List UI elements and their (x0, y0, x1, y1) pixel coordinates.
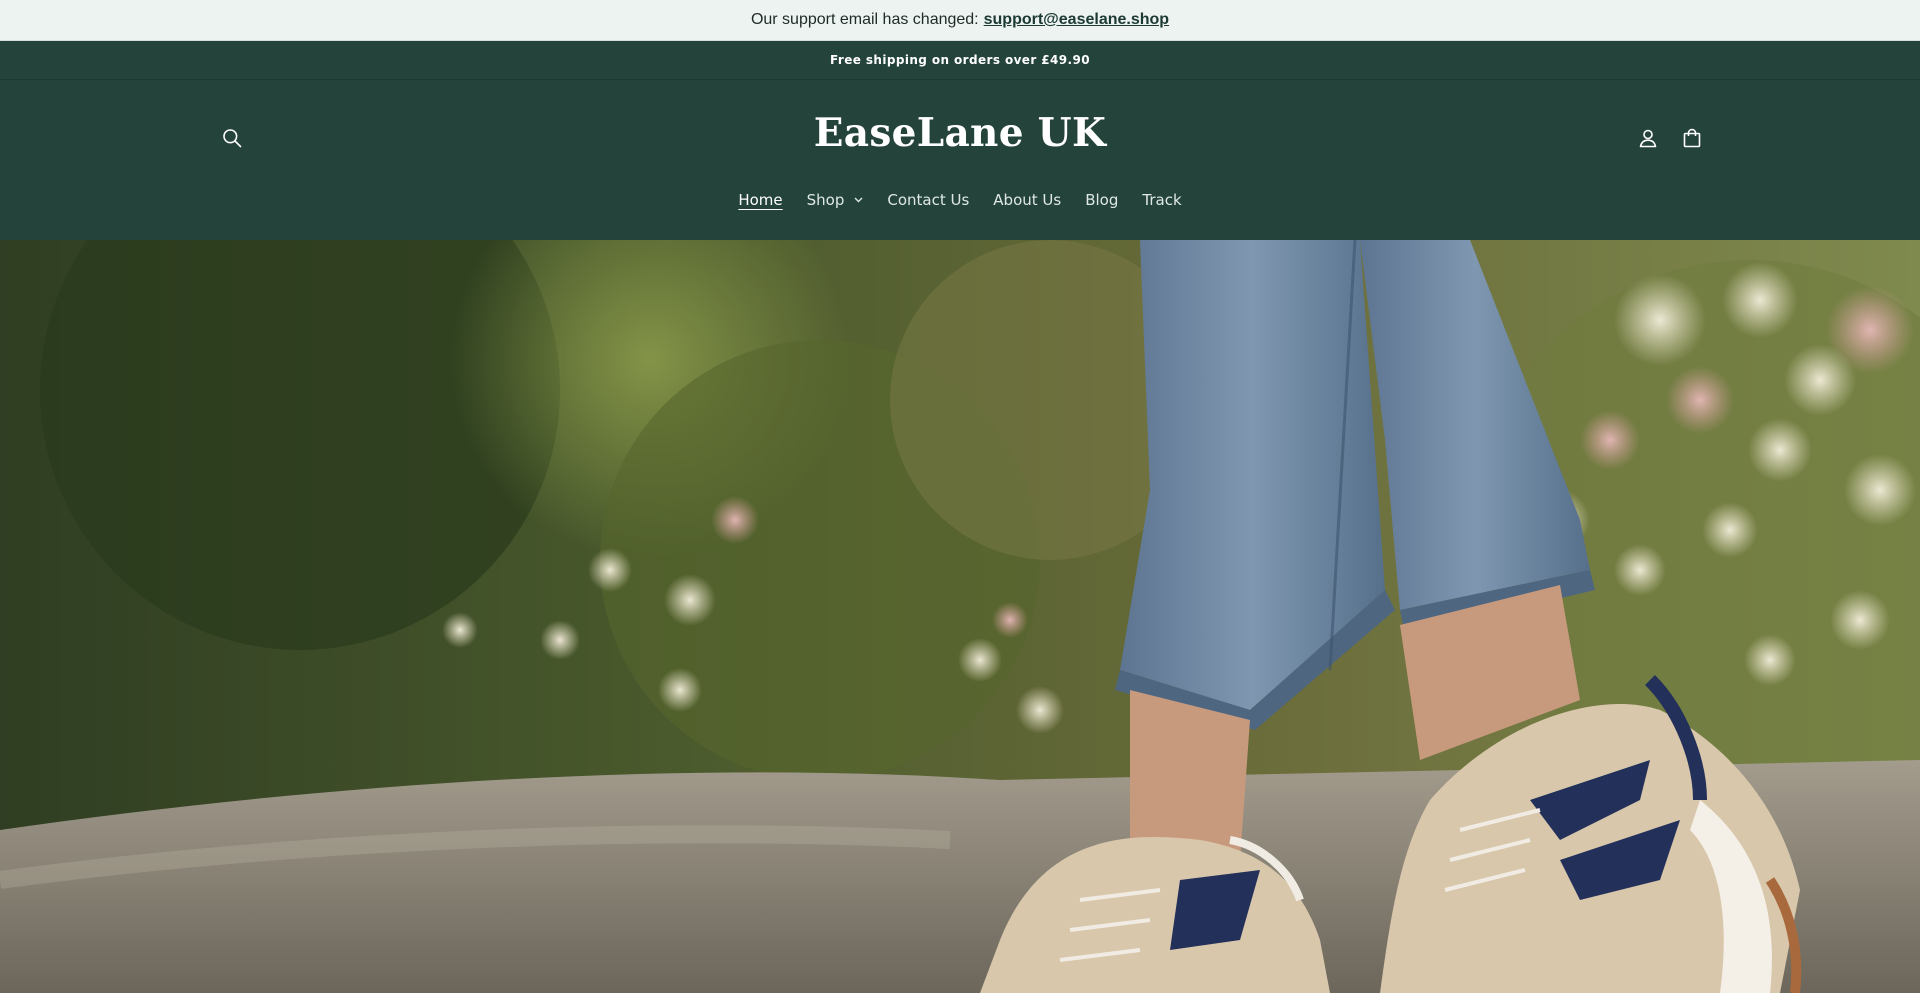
hero-image (0, 240, 1920, 993)
search-icon (223, 129, 242, 148)
shipping-text: Free shipping on orders over £49.90 (830, 53, 1090, 67)
nav-item-home[interactable]: Home (726, 191, 794, 209)
search-button[interactable] (214, 120, 250, 156)
cart-button[interactable] (1674, 120, 1710, 156)
nav-contact-label: Contact Us (887, 191, 970, 209)
announcement-bar: Our support email has changed: support@e… (0, 0, 1920, 41)
nav-item-track[interactable]: Track (1130, 191, 1193, 209)
announcement-text: Our support email has changed: (750, 11, 979, 28)
nav-item-shop[interactable]: Shop (795, 191, 876, 209)
shopping-bag-icon (1683, 128, 1701, 148)
nav-home-label: Home (738, 191, 783, 209)
support-email-link[interactable]: support@easelane.shop (984, 11, 1169, 29)
site-header: EaseLane UK Home Shop Contact Us About U… (0, 80, 1920, 240)
account-button[interactable] (1630, 120, 1666, 156)
nav-blog-label: Blog (1085, 191, 1119, 209)
site-logo[interactable]: EaseLane UK (760, 110, 1160, 156)
hero-banner[interactable] (0, 240, 1920, 993)
nav-item-about[interactable]: About Us (981, 191, 1073, 209)
chevron-down-icon (854, 197, 863, 203)
shipping-bar: Free shipping on orders over £49.90 (0, 41, 1920, 80)
nav-about-label: About Us (993, 191, 1062, 209)
user-icon (1639, 129, 1657, 148)
nav-item-blog[interactable]: Blog (1073, 191, 1130, 209)
nav-shop-label: Shop (806, 191, 845, 209)
main-nav: Home Shop Contact Us About Us Blog Track (0, 185, 1920, 215)
nav-item-contact[interactable]: Contact Us (875, 191, 981, 209)
nav-track-label: Track (1142, 191, 1182, 209)
